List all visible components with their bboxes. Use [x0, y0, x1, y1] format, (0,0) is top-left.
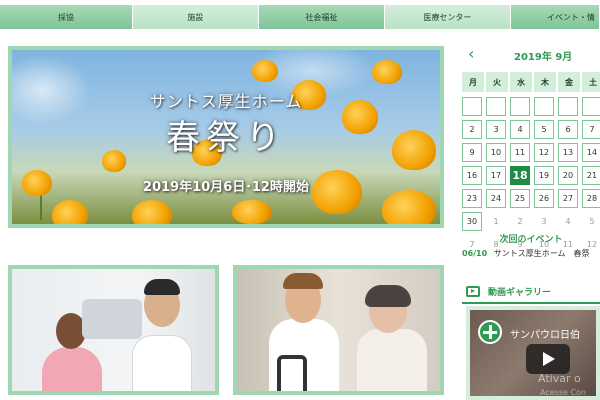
calendar-day[interactable] [462, 97, 482, 116]
play-button[interactable] [526, 344, 570, 374]
elder-figure [357, 329, 427, 391]
doctor-figure [132, 335, 192, 391]
calendar-day[interactable]: 25 [510, 189, 530, 208]
calendar-day[interactable]: 30 [462, 212, 482, 231]
top-nav: 採協 施設 社会福祉 医療センター イベント・情 [0, 5, 600, 29]
next-event-item[interactable]: 06/10 サントス厚生ホーム 春祭 [462, 248, 600, 259]
calendar-day[interactable]: 14 [582, 143, 600, 162]
nav-item-shakai-fukushi[interactable]: 社会福祉 [258, 5, 385, 29]
divider [462, 302, 600, 304]
calendar-dow-row: 月 火 水 木 金 土 [462, 72, 600, 95]
next-event-heading: 次回のイベント [499, 235, 563, 245]
calendar-day[interactable]: 12 [534, 143, 554, 162]
calendar-day-other-month[interactable]: 5 [582, 212, 600, 231]
chevron-left-icon[interactable]: ‹ [468, 44, 474, 63]
calendar-day[interactable] [486, 97, 506, 116]
video-gallery-label: 動画ギャラリー [488, 287, 552, 298]
next-event-date: 06/10 [462, 249, 488, 258]
flower-decoration [252, 60, 278, 82]
photo-care [237, 269, 440, 391]
video-player[interactable]: サンパウロ日伯 Ativar o Acesse Con [466, 306, 600, 400]
photo-eye-exam [12, 269, 215, 391]
nav-item-event[interactable]: イベント・情 [510, 5, 600, 29]
calendar-week: 16 17 18 19 20 21 [462, 164, 600, 187]
calendar-day[interactable]: 19 [534, 166, 554, 185]
calendar-day-other-month[interactable]: 2 [510, 212, 530, 231]
video-icon [466, 285, 480, 297]
caregiver-hair [283, 273, 323, 289]
calendar-day[interactable]: 17 [486, 166, 506, 185]
calendar-dow: 土 [582, 72, 600, 92]
video-gallery-header[interactable]: 動画ギャラリー [466, 282, 600, 300]
nav-item-iryou-center[interactable]: 医療センター [384, 5, 511, 29]
calendar-day[interactable]: 13 [558, 143, 578, 162]
calendar-day[interactable]: 23 [462, 189, 482, 208]
flower-decoration [232, 200, 272, 224]
calendar-dow: 月 [462, 72, 484, 92]
calendar-day[interactable]: 26 [534, 189, 554, 208]
calendar-day[interactable]: 24 [486, 189, 506, 208]
photo-card-eye-exam[interactable] [8, 265, 219, 395]
calendar-day-today[interactable]: 18 [510, 166, 530, 185]
banner-date: 2019年10月6日･12時開始 [143, 180, 309, 195]
calendar-day[interactable]: 9 [462, 143, 482, 162]
calendar-day[interactable] [534, 97, 554, 116]
flower-decoration [132, 200, 172, 224]
calendar-day[interactable]: 6 [558, 120, 578, 139]
hero-banner[interactable]: サントス厚生ホーム 春祭り 2019年10月6日･12時開始 [8, 46, 444, 228]
video-overlay-text: Ativar o [538, 372, 581, 385]
flower-decoration [372, 60, 402, 84]
calendar-dow: 木 [534, 72, 556, 92]
flower-decoration [382, 190, 436, 224]
calendar-day-other-month[interactable]: 4 [558, 212, 578, 231]
eye-exam-device [82, 299, 142, 339]
calendar-day[interactable] [582, 97, 600, 116]
patient-figure [42, 347, 102, 391]
calendar-day[interactable]: 27 [558, 189, 578, 208]
channel-logo-icon [478, 320, 502, 344]
photo-card-care[interactable] [233, 265, 444, 395]
calendar-week: 30 1 2 3 4 5 [462, 210, 600, 233]
elder-hair [365, 285, 411, 307]
calendar-dow: 金 [558, 72, 580, 92]
nav-item-kyokai[interactable]: 採協 [0, 5, 133, 29]
calendar-header: ‹ 2019年 9月 [462, 44, 600, 66]
calendar-week [462, 95, 600, 118]
calendar-week: 2 3 4 5 6 7 [462, 118, 600, 141]
calendar-day-other-month[interactable]: 1 [486, 212, 506, 231]
walker [277, 355, 307, 391]
calendar-day[interactable]: 21 [582, 166, 600, 185]
calendar-day[interactable]: 2 [462, 120, 482, 139]
calendar-day[interactable]: 3 [486, 120, 506, 139]
calendar-day[interactable]: 28 [582, 189, 600, 208]
hero-banner-image: サントス厚生ホーム 春祭り 2019年10月6日･12時開始 [12, 50, 440, 224]
doctor-hair [144, 279, 180, 295]
calendar-day-other-month[interactable]: 3 [534, 212, 554, 231]
calendar-day[interactable]: 11 [510, 143, 530, 162]
calendar-day[interactable] [558, 97, 578, 116]
video-overlay-subtext: Acesse Con [540, 388, 587, 396]
video-title: サンパウロ日伯 [510, 330, 580, 341]
calendar-day[interactable]: 10 [486, 143, 506, 162]
calendar-week: 9 10 11 12 13 14 [462, 141, 600, 164]
calendar-day[interactable]: 4 [510, 120, 530, 139]
banner-title: 春祭り [166, 118, 286, 158]
calendar-day[interactable]: 5 [534, 120, 554, 139]
calendar-day[interactable]: 20 [558, 166, 578, 185]
flower-decoration [52, 200, 88, 224]
calendar-day[interactable] [510, 97, 530, 116]
calendar-grid: 月 火 水 木 金 土 2 3 4 5 6 7 9 10 11 12 13 14… [462, 72, 600, 256]
video-thumbnail: サンパウロ日伯 Ativar o Acesse Con [470, 310, 596, 396]
calendar-week: 23 24 25 26 27 28 [462, 187, 600, 210]
calendar-dow: 火 [486, 72, 508, 92]
banner-subtitle: サントス厚生ホーム [149, 92, 303, 111]
calendar-day[interactable]: 7 [582, 120, 600, 139]
next-event-title: サントス厚生ホーム 春祭 [493, 249, 590, 258]
calendar-month-title: 2019年 9月 [514, 52, 573, 63]
calendar-day[interactable]: 16 [462, 166, 482, 185]
nav-item-shisetsu[interactable]: 施設 [132, 5, 259, 29]
calendar-dow: 水 [510, 72, 532, 92]
